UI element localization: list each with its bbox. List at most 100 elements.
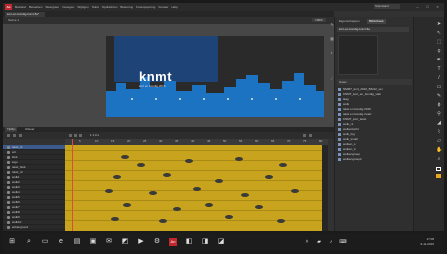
edge-icon[interactable]: e [57, 238, 65, 246]
eyedropper-tool-icon[interactable]: ⌇ [436, 129, 442, 135]
network-icon[interactable]: ▰ [315, 238, 323, 246]
keyframe[interactable] [123, 203, 131, 207]
stroke-color-swatch[interactable] [436, 167, 441, 171]
list-item[interactable]: wolkengroep2 [338, 157, 410, 162]
menu-item-modify[interactable]: Wijzigen [77, 5, 88, 9]
text-tool-icon[interactable]: T [436, 66, 442, 72]
transform-tool-icon[interactable]: ⬚ [436, 39, 442, 45]
tab-properties[interactable]: Eigenschappen [337, 19, 362, 24]
bone-tool-icon[interactable]: ⚲ [436, 111, 442, 117]
keyframe[interactable] [149, 191, 157, 195]
brush-tool-icon[interactable]: ɸ [436, 102, 442, 108]
settings-icon[interactable]: ⚙ [153, 238, 161, 246]
keyframe[interactable] [163, 173, 171, 177]
maximize-button[interactable]: □ [425, 4, 430, 9]
paint-bucket-tool-icon[interactable]: ◢ [436, 120, 442, 126]
keyframe[interactable] [173, 207, 181, 211]
subselection-tool-icon[interactable]: ↖ [436, 30, 442, 36]
app-icon[interactable]: ◧ [185, 238, 193, 246]
scene-label[interactable]: Scène 1 [8, 18, 19, 22]
keyframe[interactable] [265, 175, 273, 179]
library-document-select[interactable]: kort-en-bondig-knmt.fla [337, 27, 409, 32]
keyframe[interactable] [215, 179, 223, 183]
windows-start-icon[interactable]: ⊞ [8, 238, 16, 246]
minimize-button[interactable]: – [415, 4, 420, 9]
tray-chevron-icon[interactable]: ˄ [303, 238, 311, 246]
language-icon[interactable]: ⌨ [339, 238, 347, 246]
app-icon[interactable]: ◨ [201, 238, 209, 246]
fill-color-swatch[interactable] [436, 174, 441, 178]
keyframe[interactable] [137, 163, 145, 167]
pencil-tool-icon[interactable]: ✎ [436, 93, 442, 99]
mail-icon[interactable]: ✉ [105, 238, 113, 246]
menu-item-edit[interactable]: Bewerken [29, 5, 42, 9]
menu-item-debug[interactable]: Foutopsporing [136, 5, 155, 9]
rectangle-tool-icon[interactable]: ▭ [436, 84, 442, 90]
keyframe[interactable] [241, 193, 249, 197]
menu-item-commands[interactable]: Opdrachten [102, 5, 118, 9]
eraser-tool-icon[interactable]: ▱ [436, 138, 442, 144]
layer-row[interactable]: achtergrond [3, 225, 65, 230]
keyframe[interactable] [279, 163, 287, 167]
new-folder-icon[interactable] [13, 134, 16, 137]
close-button[interactable]: × [435, 4, 440, 9]
keyframe[interactable] [235, 157, 243, 161]
lasso-tool-icon[interactable]: ϙ [436, 48, 442, 54]
keyframe[interactable] [111, 217, 119, 221]
media-icon[interactable]: ▶ [137, 238, 145, 246]
last-frame-icon[interactable] [79, 134, 82, 137]
new-layer-icon[interactable] [7, 134, 10, 137]
keyframe[interactable] [205, 203, 213, 207]
menu-item-insert[interactable]: Invoegen [62, 5, 74, 9]
tab-library[interactable]: Bibliotheek [367, 19, 386, 24]
zoom-tool-icon[interactable]: ⌕ [436, 156, 442, 162]
menu-item-help[interactable]: Help [171, 5, 177, 9]
ruler-number: 20 [127, 139, 131, 143]
symbol-icon [338, 152, 341, 156]
clock[interactable]: 17:08 9-11-2016 [421, 237, 434, 247]
playhead[interactable] [72, 139, 73, 231]
keyframe[interactable] [193, 187, 201, 191]
library-column-header[interactable]: Naam [337, 79, 412, 85]
selection-tool-icon[interactable]: ➤ [436, 21, 442, 27]
stage[interactable]: knmt kort en bondig 2016 [106, 36, 324, 117]
menu-item-file[interactable]: Bestand [15, 5, 26, 9]
keyframe[interactable] [255, 205, 263, 209]
keyframe[interactable] [225, 215, 233, 219]
task-view-icon[interactable]: ▭ [41, 238, 49, 246]
menu-item-window[interactable]: Venster [158, 5, 168, 9]
timeline-frames[interactable] [65, 145, 328, 231]
app-icon[interactable]: ◪ [217, 238, 225, 246]
menu-item-view[interactable]: Weergave [45, 5, 59, 9]
keyframe[interactable] [277, 219, 285, 223]
tagline-text[interactable]: kort en bondig 2016 [139, 84, 166, 88]
play-icon[interactable] [74, 134, 77, 137]
keyframe[interactable] [121, 155, 129, 159]
zoom-out-icon[interactable] [303, 134, 306, 137]
pen-tool-icon[interactable]: ✒ [436, 57, 442, 63]
explorer-icon[interactable]: ▤ [73, 238, 81, 246]
keyframe[interactable] [113, 175, 121, 179]
keyframe[interactable] [185, 159, 193, 163]
photos-icon[interactable]: ◩ [121, 238, 129, 246]
search-icon[interactable]: ⌕ [25, 238, 33, 246]
zoom-select[interactable]: 100% [312, 18, 326, 22]
knmt-logo-text[interactable]: knmt [139, 69, 172, 84]
volume-icon[interactable]: ♪ [327, 238, 335, 246]
keyframe[interactable] [291, 189, 299, 193]
delete-layer-icon[interactable] [19, 134, 22, 137]
store-icon[interactable]: ▣ [89, 238, 97, 246]
animate-taskbar-icon[interactable]: An [169, 238, 177, 246]
zoom-in-icon[interactable] [309, 134, 312, 137]
first-frame-icon[interactable] [69, 134, 72, 137]
hand-tool-icon[interactable]: ✋ [436, 147, 442, 153]
keyframe[interactable] [105, 189, 113, 193]
menu-item-text[interactable]: Tekst [92, 5, 99, 9]
timeline-scrollbar[interactable] [322, 145, 328, 231]
frame-row-divider [65, 180, 328, 181]
ruler-number: 40 [191, 139, 195, 143]
menu-item-control[interactable]: Besturing [120, 5, 133, 9]
line-tool-icon[interactable]: / [436, 75, 442, 81]
keyframe[interactable] [159, 219, 167, 223]
workspace-switcher[interactable]: Standaard [374, 4, 400, 9]
